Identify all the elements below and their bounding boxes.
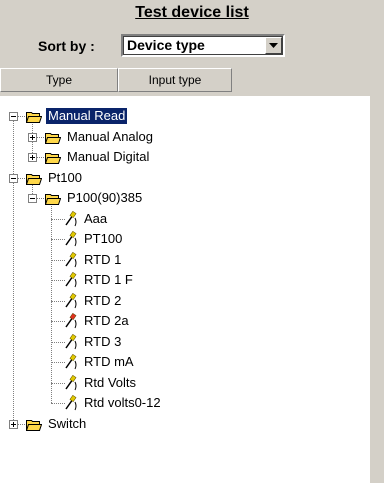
chevron-down-icon[interactable] (265, 37, 282, 54)
folder-open-icon (25, 110, 43, 126)
sort-by-label: Sort by : (38, 38, 95, 54)
tree-connector (51, 341, 65, 343)
column-header-type[interactable]: Type (0, 68, 118, 92)
tree-item-label: RTD 3 (84, 333, 122, 349)
sort-by-value: Device type (127, 37, 205, 53)
probe-icon (64, 374, 78, 394)
tree-item[interactable]: RTD mA (0, 352, 370, 372)
tree-item[interactable]: RTD 2a (0, 311, 370, 331)
tree-item-label: Switch (48, 415, 87, 431)
tree-item[interactable]: Rtd Volts (0, 373, 370, 393)
tree-connector (51, 280, 65, 281)
tree-item[interactable]: Manual Read (0, 106, 370, 126)
probe-icon (64, 271, 78, 291)
tree-item[interactable]: Rtd volts0-12 (0, 393, 370, 413)
column-header-input-type[interactable]: Input type (118, 68, 232, 92)
page-title: Test device list (135, 4, 249, 21)
tree-item[interactable]: P100(90)385 (0, 188, 370, 208)
tree-item-label: P100(90)385 (67, 190, 143, 205)
probe-icon (64, 210, 78, 230)
probe-icon (64, 312, 78, 332)
tree-item[interactable]: RTD 1 (0, 250, 370, 270)
expand-plus-icon[interactable] (9, 419, 18, 429)
tree-item[interactable]: Manual Digital (0, 147, 370, 167)
probe-icon (64, 230, 78, 250)
device-tree[interactable]: Manual Read Manual Analog Manual Digital Pt… (0, 96, 370, 483)
tree-item-label: RTD 2 (84, 292, 122, 308)
folder-open-icon (25, 172, 43, 188)
tree-item[interactable]: RTD 1 F (0, 270, 370, 290)
column-header-row: Type Input type (0, 68, 384, 94)
sort-by-dropdown[interactable]: Device type (121, 34, 285, 57)
tree-item[interactable]: RTD 3 (0, 332, 370, 352)
probe-icon (64, 251, 78, 271)
tree-item[interactable]: RTD 2 (0, 291, 370, 311)
tree-connector (51, 239, 65, 240)
expand-plus-icon[interactable] (28, 153, 37, 162)
folder-open-icon (44, 131, 62, 147)
probe-icon (64, 394, 78, 414)
collapse-minus-icon[interactable] (9, 112, 18, 121)
tree-connector (51, 382, 65, 384)
tree-item[interactable]: Aaa (0, 209, 370, 229)
collapse-minus-icon[interactable] (28, 194, 37, 203)
tree-connector (51, 362, 65, 363)
probe-icon (64, 292, 78, 312)
tree-item-label: Manual Analog (67, 128, 154, 144)
tree-item-label: Manual Read (46, 108, 128, 124)
folder-open-icon (44, 151, 62, 167)
tree-item-label: Manual Digital (67, 149, 150, 164)
tree-item-label: RTD 1 (84, 251, 122, 267)
tree-connector (51, 403, 65, 404)
tree-item[interactable]: PT100 (0, 229, 370, 249)
tree-connector (51, 218, 65, 220)
probe-icon (64, 333, 78, 353)
tree-item-label: Rtd volts0-12 (84, 395, 161, 410)
tree-item[interactable]: Switch (0, 414, 370, 434)
scrollbar-track[interactable] (370, 96, 384, 483)
folder-open-icon (25, 418, 43, 434)
tree-item[interactable]: Pt100 (0, 168, 370, 188)
folder-open-icon (44, 192, 62, 208)
tree-item-label: Pt100 (48, 169, 82, 185)
tree-item-label: RTD mA (84, 354, 134, 369)
tree-item-label: Aaa (84, 210, 108, 226)
tree-item-label: Rtd Volts (84, 374, 137, 390)
tree-connector (51, 321, 65, 322)
tree-item-label: RTD 2a (84, 313, 129, 328)
collapse-minus-icon[interactable] (9, 173, 18, 183)
expand-plus-icon[interactable] (28, 132, 37, 142)
tree-item-label: RTD 1 F (84, 272, 133, 287)
tree-item[interactable]: Manual Analog (0, 127, 370, 147)
tree-item-label: PT100 (84, 231, 123, 246)
tree-connector (51, 300, 65, 302)
tree-connector (51, 259, 65, 261)
probe-icon (64, 353, 78, 373)
